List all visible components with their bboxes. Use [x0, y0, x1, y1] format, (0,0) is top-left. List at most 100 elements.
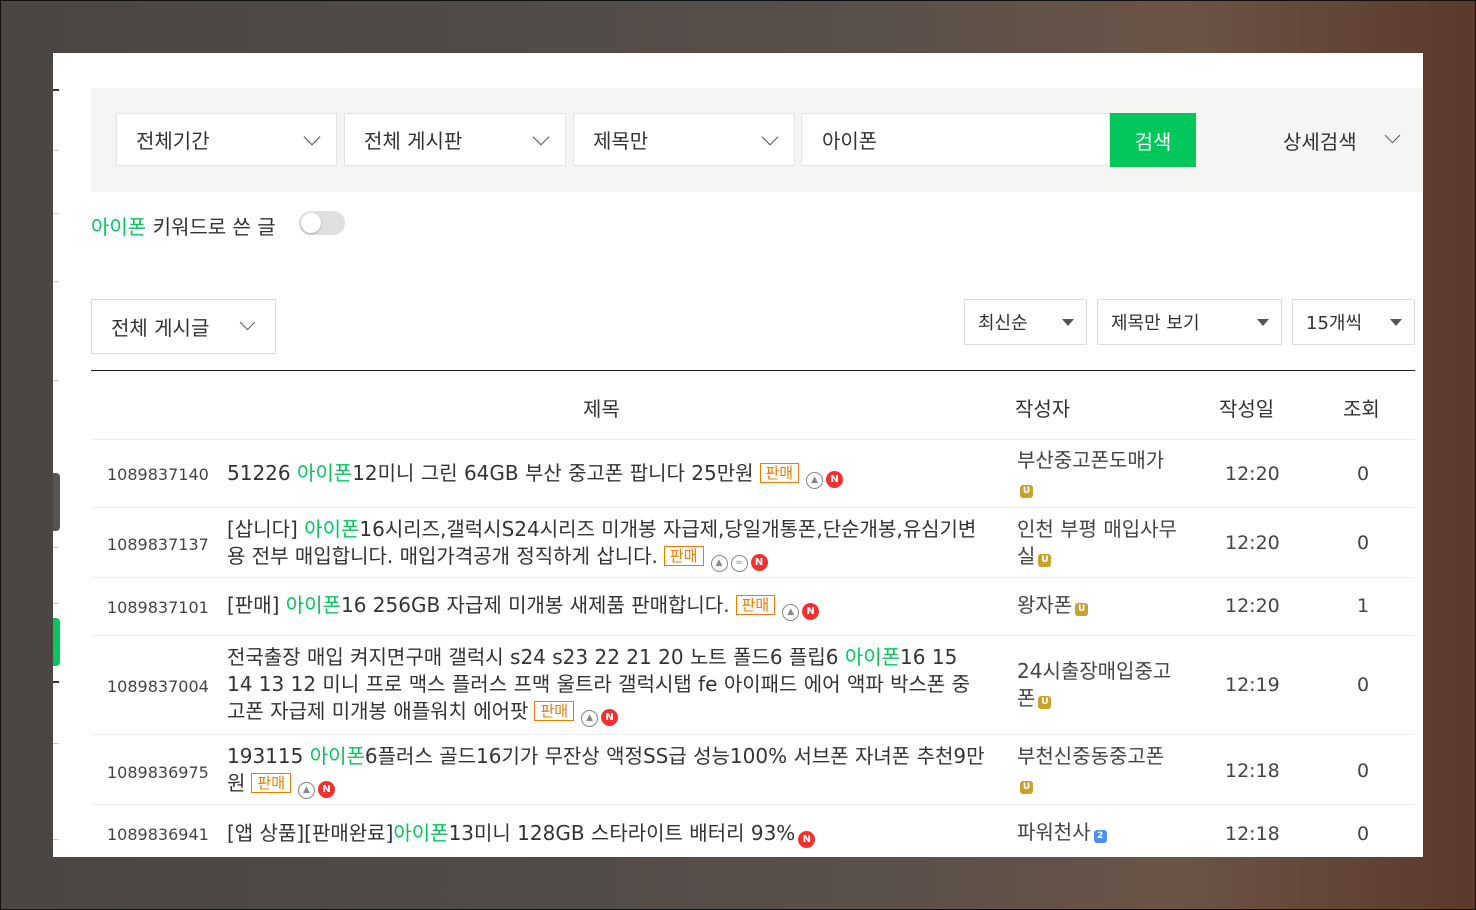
- search-input[interactable]: 아이폰: [801, 113, 1110, 166]
- post-number: 1089836941: [107, 825, 209, 844]
- table-row[interactable]: 1089837140 51226 아이폰12미니 그린 64GB 부산 중고폰 …: [91, 440, 1415, 508]
- image-icon: ▲: [298, 782, 316, 799]
- post-time: 12:19: [1225, 674, 1280, 696]
- header-date: 작성일: [1219, 397, 1275, 421]
- post-time: 12:20: [1225, 463, 1280, 485]
- period-select-label: 전체기간: [136, 129, 210, 153]
- post-views: 0: [1357, 463, 1370, 485]
- post-time: 12:20: [1225, 532, 1280, 554]
- post-views: 1: [1357, 595, 1370, 617]
- sale-badge: 판매: [534, 701, 575, 721]
- header-views: 조회: [1343, 397, 1380, 421]
- board-select[interactable]: 전체 게시판: [344, 113, 566, 166]
- post-table: 제목 작성자 작성일 조회 1089837140 51226 아이폰12미니 그…: [91, 370, 1415, 857]
- left-sidebar-edge: [53, 53, 61, 857]
- chevron-down-icon: [761, 128, 779, 146]
- post-number: 1089836975: [107, 763, 209, 782]
- sort-label: 최신순: [978, 313, 1028, 334]
- post-title-link[interactable]: [삽니다] 아이폰16시리즈,갤럭시S24시리즈 미개봉 자급제,당일개통폰,단…: [227, 516, 987, 572]
- post-title-link[interactable]: 전국출장 매입 켜지면구매 갤럭시 s24 s23 22 21 20 노트 폴드…: [227, 644, 987, 727]
- chevron-down-icon: [532, 128, 550, 146]
- keyword-toggle-label: 키워드로 쓴 글: [152, 215, 276, 239]
- post-author[interactable]: 인천 부평 매입사무실 U: [1017, 516, 1187, 570]
- post-number: 1089837101: [107, 598, 209, 617]
- post-author[interactable]: 파워천사 2: [1017, 819, 1187, 846]
- post-author[interactable]: 24시출장매입중고폰 U: [1017, 658, 1187, 712]
- new-icon: N: [826, 471, 844, 488]
- table-row[interactable]: 1089837101 [판매] 아이폰16 256GB 자급제 미개봉 새제품 …: [91, 578, 1415, 636]
- member-level-icon: U: [1038, 696, 1052, 709]
- member-level-icon: U: [1020, 781, 1033, 794]
- sale-badge: 판매: [735, 595, 776, 615]
- image-icon: ▲: [806, 472, 824, 489]
- view-select[interactable]: 제목만 보기: [1097, 299, 1282, 345]
- post-title-link[interactable]: [판매] 아이폰16 256GB 자급제 미개봉 새제품 판매합니다. 판매 ▲ N: [227, 592, 987, 621]
- new-icon: N: [798, 831, 816, 848]
- post-views: 0: [1357, 760, 1370, 782]
- scope-select-label: 제목만: [593, 129, 649, 153]
- keyword-toggle[interactable]: [299, 211, 345, 235]
- view-label: 제목만 보기: [1111, 313, 1200, 334]
- new-icon: N: [318, 781, 336, 798]
- caret-down-icon: [1257, 319, 1269, 326]
- caret-down-icon: [1062, 319, 1074, 326]
- post-title-link[interactable]: [앱 상품][판매완료]아이폰13미니 128GB 스타라이트 배터리 93% N: [227, 820, 987, 848]
- member-level-icon: U: [1075, 603, 1089, 616]
- post-time: 12:18: [1225, 823, 1280, 845]
- sale-badge: 판매: [663, 546, 704, 566]
- all-posts-label: 전체 게시글: [111, 316, 210, 340]
- table-row[interactable]: 1089836941 [앱 상품][판매완료]아이폰13미니 128GB 스타라…: [91, 805, 1415, 857]
- image-icon: ▲: [782, 604, 800, 621]
- post-number: 1089837137: [107, 535, 209, 554]
- post-author[interactable]: 왕자폰 U: [1017, 592, 1187, 619]
- sort-select[interactable]: 최신순: [964, 299, 1087, 345]
- link-icon: ∞: [730, 555, 748, 572]
- header-title: 제목: [583, 397, 620, 421]
- member-level-icon: U: [1038, 554, 1052, 567]
- keyword-text: 아이폰: [91, 215, 147, 239]
- sidebar-tab-gray[interactable]: [53, 473, 60, 531]
- table-header: 제목 작성자 작성일 조회: [91, 370, 1415, 440]
- sidebar-tab-green[interactable]: [53, 618, 60, 666]
- new-icon: N: [750, 554, 768, 571]
- post-time: 12:20: [1225, 595, 1280, 617]
- member-level-icon: U: [1020, 485, 1033, 498]
- image-icon: ▲: [581, 710, 599, 727]
- post-title-link[interactable]: 193115 아이폰6플러스 골드16기가 무잔상 액정SS급 성능100% 서…: [227, 743, 987, 799]
- chevron-down-icon: [1384, 127, 1401, 144]
- keyword-filter-label: 아이폰 키워드로 쓴 글: [91, 211, 276, 240]
- post-title-link[interactable]: 51226 아이폰12미니 그린 64GB 부산 중고폰 팝니다 25만원 판매 ▲…: [227, 460, 987, 489]
- sale-badge: 판매: [251, 773, 292, 793]
- table-row[interactable]: 1089836975 193115 아이폰6플러스 골드16기가 무잔상 액정S…: [91, 735, 1415, 805]
- header-author: 작성자: [1015, 397, 1071, 421]
- post-author[interactable]: 부산중고폰도매가 U: [1017, 447, 1187, 501]
- per-page-select[interactable]: 15개씩: [1292, 299, 1415, 345]
- toggle-knob: [301, 213, 321, 233]
- post-number: 1089837140: [107, 465, 209, 484]
- new-icon: N: [601, 709, 619, 726]
- member-level-icon: 2: [1093, 830, 1107, 843]
- table-row[interactable]: 1089837137 [삽니다] 아이폰16시리즈,갤럭시S24시리즈 미개봉 …: [91, 508, 1415, 578]
- scope-select[interactable]: 제목만: [573, 113, 795, 166]
- chevron-down-icon: [303, 128, 321, 146]
- caret-down-icon: [1390, 319, 1402, 326]
- period-select[interactable]: 전체기간: [116, 113, 337, 166]
- board-select-label: 전체 게시판: [364, 129, 463, 153]
- post-time: 12:18: [1225, 760, 1280, 782]
- search-button[interactable]: 검색: [1110, 113, 1196, 167]
- cafe-search-panel: 전체기간 전체 게시판 제목만 아이폰 검색 상세검색 아이폰 키워드로 쓴 글…: [53, 53, 1423, 857]
- new-icon: N: [802, 603, 820, 620]
- per-page-label: 15개씩: [1306, 313, 1363, 334]
- search-bar: 전체기간 전체 게시판 제목만 아이폰 검색 상세검색: [91, 88, 1423, 192]
- table-row[interactable]: 1089837004 전국출장 매입 켜지면구매 갤럭시 s24 s23 22 …: [91, 636, 1415, 735]
- post-author[interactable]: 부천신중동중고폰 U: [1017, 743, 1187, 797]
- image-icon: ▲: [710, 555, 728, 572]
- post-views: 0: [1357, 823, 1370, 845]
- post-views: 0: [1357, 674, 1370, 696]
- search-input-value: 아이폰: [822, 129, 878, 153]
- post-number: 1089837004: [107, 677, 209, 696]
- post-views: 0: [1357, 532, 1370, 554]
- all-posts-filter[interactable]: 전체 게시글: [91, 299, 276, 354]
- sale-badge: 판매: [759, 463, 800, 483]
- advanced-search-button[interactable]: 상세검색: [1283, 126, 1357, 155]
